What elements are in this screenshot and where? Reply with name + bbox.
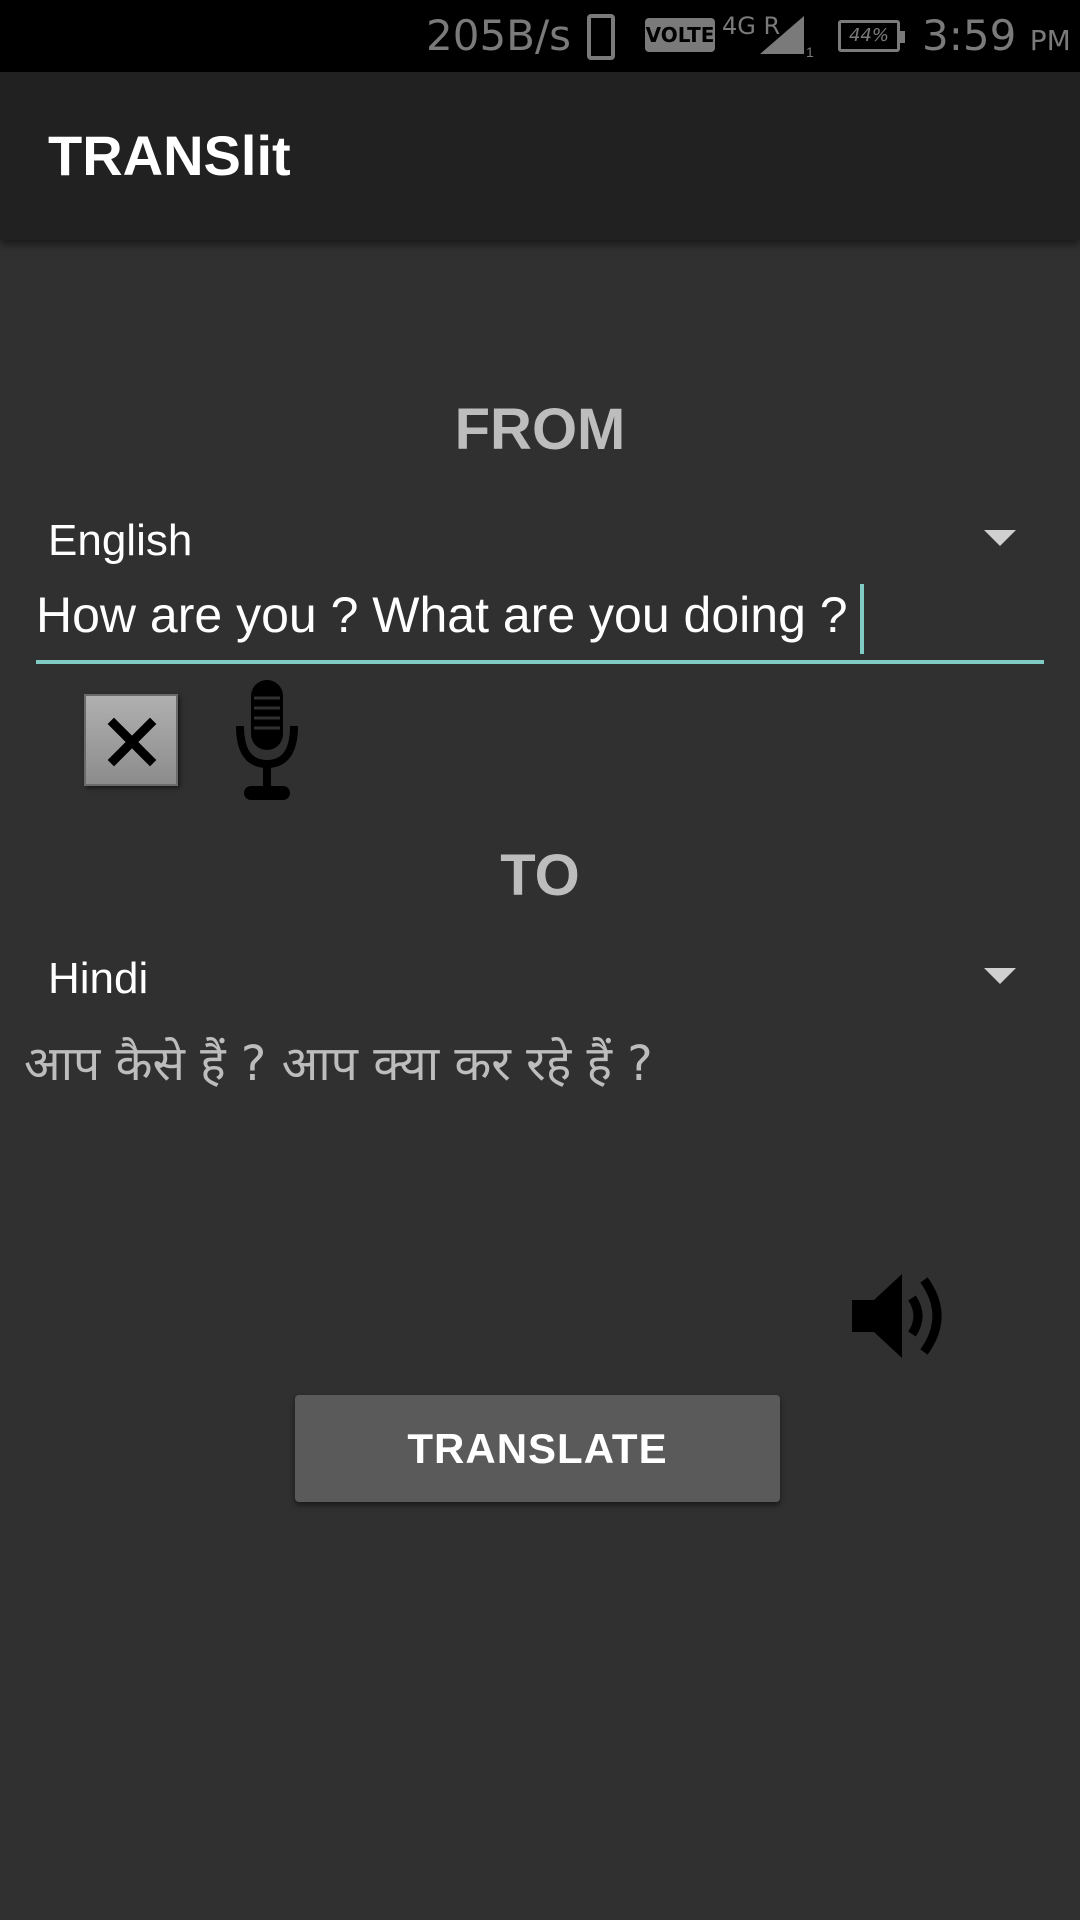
close-icon [107,717,157,767]
volte-badge: VOLTE [645,18,715,52]
source-language-value: English [48,516,193,565]
dropdown-arrow-icon [984,968,1016,984]
from-label: FROM [454,397,626,462]
app-title: TRANSlit [48,124,291,187]
text-cursor [859,584,864,654]
source-text-wrapper: How are you ? What are you doing ? [36,584,864,654]
clock-time: 3:59 [922,11,1017,60]
microphone-button[interactable] [234,678,300,802]
to-label: TO [500,843,580,908]
network-speed: 205B/s [426,11,572,60]
clock: 3:59 PM [922,10,1071,62]
source-language-spinner[interactable]: English [48,506,1016,576]
phone-icon [587,14,615,60]
sim-slot: 1 [806,44,814,60]
battery-icon: 44% [838,20,905,52]
microphone-icon [236,680,298,800]
app-bar: TRANSlit [0,72,1080,240]
speak-button[interactable] [850,1266,954,1366]
signal-icon [760,16,804,54]
clear-button[interactable] [84,694,178,786]
speaker-icon [852,1274,942,1358]
translated-text: आप कैसे हैं ? आप क्या कर रहे हैं ? [24,1036,653,1092]
source-text-input[interactable]: How are you ? What are you doing ? [36,580,1044,664]
source-text-value: How are you ? What are you doing ? [36,587,848,644]
clock-ampm: PM [1029,24,1071,57]
target-language-value: Hindi [48,954,149,1003]
dropdown-arrow-icon [984,530,1016,546]
status-bar: 205B/s VOLTE 4G R 1 44% 3:59 PM [0,0,1080,72]
target-language-spinner[interactable]: Hindi [48,944,1016,1014]
translate-button[interactable]: TRANSLATE [295,1395,780,1502]
